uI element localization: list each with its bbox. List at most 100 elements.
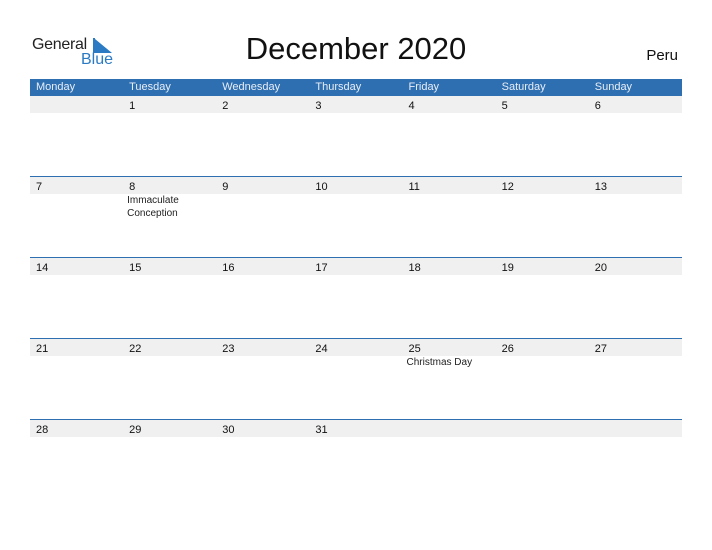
day-number: 30 [222,424,235,436]
day-number: 4 [408,100,415,112]
week-row: 21 22 23 24 25 26 27 Christmas Day [30,338,682,420]
day-cell[interactable]: 16 [216,258,309,275]
day-cell[interactable]: 23 [216,339,309,356]
holiday-label [123,356,216,369]
day-number: 19 [501,262,514,274]
holiday-label [30,356,123,369]
calendar-title: December 2020 [245,31,467,66]
day-cell[interactable]: 21 [30,339,123,356]
day-number: 13 [594,181,607,193]
day-cell[interactable]: 13 [589,177,682,194]
holiday-label [403,194,496,220]
day-number: 16 [222,262,235,274]
day-cell[interactable] [30,96,123,113]
day-cell[interactable]: 5 [496,96,589,113]
day-number-band: 21 22 23 24 25 26 27 [30,339,682,356]
day-number: 29 [129,424,142,436]
day-cell[interactable]: 11 [403,177,496,194]
day-number: 25 [408,343,421,355]
day-number: 20 [594,262,607,274]
holiday-label [309,194,402,220]
day-cell[interactable] [589,420,682,437]
day-number: 8 [129,181,136,193]
holiday-label: Christmas Day [406,357,473,368]
day-number-band: 14 15 16 17 18 19 20 [30,258,682,275]
country-label: Peru [646,47,678,64]
day-cell[interactable]: 4 [403,96,496,113]
day-cell[interactable]: 22 [123,339,216,356]
week-row: 1 2 3 4 5 6 [30,96,682,177]
day-number: 2 [222,100,229,112]
day-cell[interactable]: 31 [309,420,402,437]
holiday-label [496,194,589,220]
day-cell[interactable]: 30 [216,420,309,437]
day-cell[interactable]: 14 [30,258,123,275]
weekday-friday: Friday [408,81,440,93]
day-number: 7 [36,181,43,193]
day-number: 17 [315,262,328,274]
day-number: 22 [129,343,142,355]
day-number: 11 [408,181,420,193]
day-number-band: 7 8 9 10 11 12 13 [30,177,682,194]
day-number: 1 [129,100,136,112]
day-number-band: 28 29 30 31 [30,420,682,437]
day-cell[interactable]: 29 [123,420,216,437]
day-number: 28 [36,424,49,436]
weekday-monday: Monday [36,81,76,93]
day-number: 14 [36,262,49,274]
day-number: 26 [501,343,514,355]
weekday-tuesday: Tuesday [129,81,171,93]
event-row: Christmas Day [30,356,682,369]
holiday-label [30,194,123,220]
weekday-header: Monday Tuesday Wednesday Thursday Friday… [30,79,682,96]
day-cell[interactable]: 25 [403,339,496,356]
weekday-saturday: Saturday [501,81,546,93]
day-cell[interactable]: 7 [30,177,123,194]
day-cell[interactable]: 10 [309,177,402,194]
day-number: 5 [501,100,508,112]
weekday-wednesday: Wednesday [222,81,281,93]
day-cell[interactable]: 3 [309,96,402,113]
holiday-label [216,194,309,220]
day-number: 12 [501,181,514,193]
week-row: 7 8 9 10 11 12 13 Immaculate Conception [30,176,682,258]
weeks-container: 1 2 3 4 5 6 7 8 9 10 11 12 13 Immaculate Conception 14… [30,96,682,501]
day-cell[interactable] [403,420,496,437]
day-number: 3 [315,100,322,112]
holiday-label: Immaculate Conception [127,195,179,219]
day-number: 10 [315,181,328,193]
holiday-label [589,194,682,220]
day-number: 27 [594,343,607,355]
day-cell[interactable]: 28 [30,420,123,437]
week-row: 28 29 30 31 [30,419,682,501]
day-cell[interactable]: 6 [589,96,682,113]
day-number: 15 [129,262,142,274]
day-cell[interactable]: 2 [216,96,309,113]
day-cell[interactable]: 27 [589,339,682,356]
day-cell[interactable]: 24 [309,339,402,356]
calendar-grid: Monday Tuesday Wednesday Thursday Friday… [30,79,682,501]
weekday-sunday: Sunday [594,81,633,93]
day-number-band: 1 2 3 4 5 6 [30,96,682,113]
event-row: Immaculate Conception [30,194,682,220]
day-cell[interactable]: 20 [589,258,682,275]
day-cell[interactable] [496,420,589,437]
day-cell[interactable]: 19 [496,258,589,275]
day-number: 24 [315,343,328,355]
day-cell[interactable]: 9 [216,177,309,194]
holiday-label [309,356,402,369]
day-cell[interactable]: 17 [309,258,402,275]
day-number: 18 [408,262,421,274]
weekday-thursday: Thursday [315,81,362,93]
day-number: 6 [594,100,601,112]
day-number: 23 [222,343,235,355]
day-cell[interactable]: 15 [123,258,216,275]
day-cell[interactable]: 18 [403,258,496,275]
week-row: 14 15 16 17 18 19 20 [30,257,682,339]
day-cell[interactable]: 12 [496,177,589,194]
holiday-label [496,356,589,369]
day-cell[interactable]: 26 [496,339,589,356]
day-cell[interactable]: 1 [123,96,216,113]
day-number: 21 [36,343,49,355]
day-cell[interactable]: 8 [123,177,216,194]
